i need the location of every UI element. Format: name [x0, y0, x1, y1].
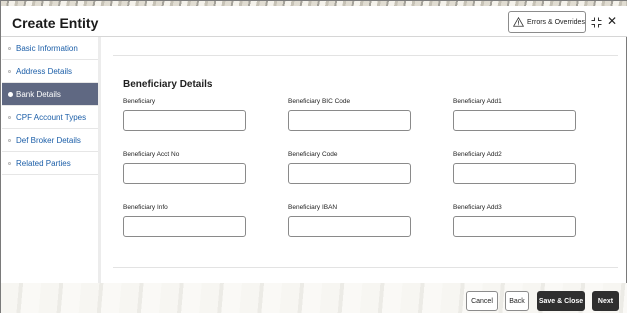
beneficiary-iban-input[interactable] [288, 216, 411, 237]
sidebar-item-label: Basic Information [16, 43, 78, 53]
cancel-button[interactable]: Cancel [466, 291, 498, 311]
beneficiary-add2-label: Beneficiary Add2 [453, 151, 502, 158]
sidebar-nav: Basic Information Address Details Bank D… [2, 37, 101, 283]
errors-overrides-label: Errors & Overrides [527, 18, 585, 26]
beneficiary-add3-input[interactable] [453, 216, 576, 237]
beneficiary-iban-label: Beneficiary IBAN [288, 204, 338, 211]
sidebar-item-related-parties[interactable]: Related Parties [2, 152, 100, 175]
back-button[interactable]: Back [505, 291, 529, 311]
nav-dot-icon [8, 91, 13, 97]
sidebar-item-label: Address Details [16, 66, 73, 76]
decorative-banner-bottom [1, 283, 627, 313]
close-icon[interactable]: ✕ [607, 15, 617, 27]
sidebar-item-cpf-account-types[interactable]: CPF Account Types [2, 106, 100, 129]
beneficiary-info-input[interactable] [123, 216, 246, 237]
window-frame: Create Entity Errors & Overrides ✕ Basic… [0, 0, 627, 313]
warning-icon [513, 17, 524, 27]
nav-dot-icon [8, 138, 11, 142]
beneficiary-code-input[interactable] [288, 163, 411, 184]
nav-dot-icon [8, 161, 11, 165]
sidebar-scrollbar[interactable] [98, 37, 101, 283]
errors-overrides-button[interactable]: Errors & Overrides [508, 11, 586, 33]
beneficiary-add1-input[interactable] [453, 110, 576, 131]
beneficiary-add3-label: Beneficiary Add3 [453, 204, 502, 211]
expand-icon[interactable] [591, 17, 602, 28]
beneficiary-add2-input[interactable] [453, 163, 576, 184]
nav-dot-icon [8, 69, 11, 73]
next-button[interactable]: Next [592, 291, 619, 311]
beneficiary-add1-label: Beneficiary Add1 [453, 98, 502, 105]
nav-dot-icon [8, 115, 11, 119]
sidebar-item-label: Def Broker Details [16, 135, 81, 145]
sidebar-item-def-broker-details[interactable]: Def Broker Details [2, 129, 100, 152]
save-close-button[interactable]: Save & Close [537, 291, 585, 311]
beneficiary-bic-code-input[interactable] [288, 110, 411, 131]
nav-dot-icon [8, 46, 11, 50]
sidebar-item-address-details[interactable]: Address Details [2, 60, 100, 83]
beneficiary-info-label: Beneficiary Info [123, 204, 168, 211]
sidebar-item-bank-details[interactable]: Bank Details [2, 83, 100, 106]
beneficiary-input[interactable] [123, 110, 246, 131]
beneficiary-code-label: Beneficiary Code [288, 151, 338, 158]
sidebar-item-label: CPF Account Types [16, 112, 87, 122]
sidebar-item-label: Related Parties [16, 158, 71, 168]
beneficiary-bic-code-label: Beneficiary BIC Code [288, 98, 351, 105]
sidebar-item-label: Bank Details [16, 89, 61, 99]
section-title: Beneficiary Details [123, 79, 213, 90]
beneficiary-acct-no-input[interactable] [123, 163, 246, 184]
beneficiary-label: Beneficiary [123, 98, 156, 105]
header-bar: Create Entity Errors & Overrides ✕ [1, 6, 627, 37]
sidebar-item-basic-information[interactable]: Basic Information [2, 37, 100, 60]
divider [113, 55, 618, 56]
main-content: Beneficiary Details Beneficiary Benefici… [113, 37, 618, 283]
divider [113, 267, 618, 268]
beneficiary-acct-no-label: Beneficiary Acct No [123, 151, 180, 158]
page-title: Create Entity [12, 15, 99, 31]
